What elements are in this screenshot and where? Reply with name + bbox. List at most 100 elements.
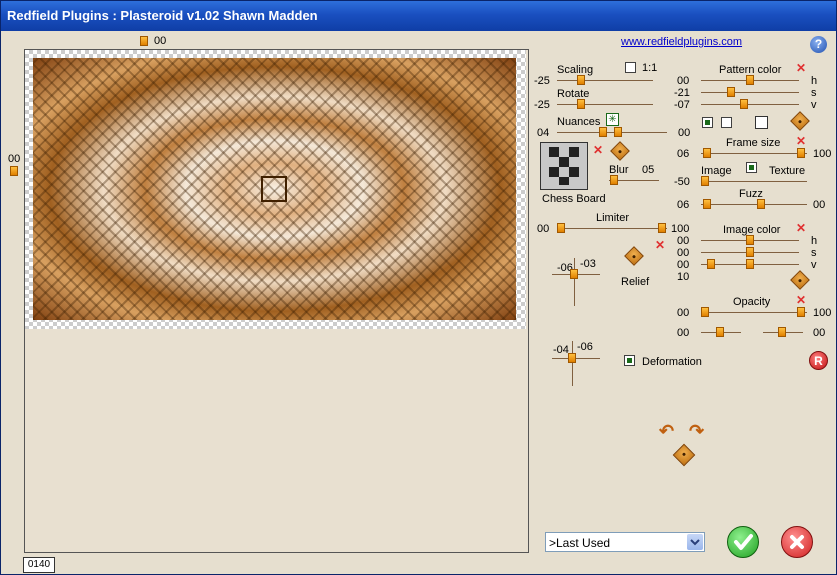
limiter-max-handle[interactable]	[658, 223, 666, 233]
deformation-checkbox[interactable]	[624, 355, 635, 366]
blur-slider-handle[interactable]	[610, 175, 618, 185]
nuances-max-value: 00	[678, 127, 691, 139]
website-link[interactable]: www.redfieldplugins.com	[621, 36, 742, 48]
undo-arrow-icon[interactable]: ↶	[659, 421, 674, 442]
redo-arrow-icon[interactable]: ↷	[689, 421, 704, 442]
fuzz-track[interactable]	[701, 204, 807, 205]
limiter-min-handle[interactable]	[557, 223, 565, 233]
preset-dropdown[interactable]: >Last Used	[545, 532, 705, 552]
fuzz-min-handle[interactable]	[703, 199, 711, 209]
window-title: Redfield Plugins : Plasteroid v1.02 Shaw…	[7, 8, 318, 23]
pattern-color-reset-x-icon[interactable]: ✕	[796, 62, 806, 74]
frame-size-reset-x-icon[interactable]: ✕	[796, 135, 806, 147]
one-to-one-checkbox[interactable]	[625, 62, 636, 73]
color-randomize-dice-icon[interactable]	[790, 111, 810, 131]
image-val-handle[interactable]	[746, 259, 754, 269]
pattern-thumbnail[interactable]	[540, 142, 588, 190]
randomize-all-dice-icon[interactable]	[672, 443, 696, 467]
nuances-min-handle[interactable]	[599, 127, 607, 137]
image-texture-track[interactable]	[701, 181, 807, 182]
opacity-max-handle[interactable]	[797, 307, 805, 317]
image-hue-letter: h	[811, 235, 818, 247]
dropdown-arrow-icon[interactable]	[687, 534, 703, 550]
chess-square	[569, 147, 579, 157]
opacity-second-right-handle[interactable]	[778, 327, 786, 337]
pattern-val-track[interactable]	[701, 104, 799, 105]
relief-reset-x-icon[interactable]: ✕	[655, 239, 665, 251]
nuances-toggle-icon[interactable]: ✳	[606, 113, 619, 126]
preview-left-offset-handle[interactable]	[10, 166, 18, 176]
opacity-reset-x-icon[interactable]: ✕	[796, 294, 806, 306]
pattern-hue-value: 00	[677, 75, 690, 87]
scaling-label: Scaling	[557, 64, 594, 76]
scaling-slider-handle[interactable]	[577, 75, 585, 85]
frame-size-min-value: 06	[677, 148, 690, 160]
preset-selected-value: >Last Used	[549, 536, 611, 550]
help-icon[interactable]: ?	[810, 36, 827, 53]
pattern-reset-x-icon[interactable]: ✕	[593, 144, 603, 156]
pattern-hue-letter: h	[811, 75, 818, 87]
texture-label: Texture	[769, 165, 806, 177]
plugin-window: Redfield Plugins : Plasteroid v1.02 Shaw…	[0, 0, 837, 575]
mode-option-2-checkbox[interactable]	[721, 117, 732, 128]
relief-2d-handle[interactable]	[570, 269, 578, 279]
pattern-sat-track[interactable]	[701, 92, 799, 93]
chess-square	[569, 167, 579, 177]
opacity-second-max-value: 00	[813, 327, 826, 339]
scaling-track[interactable]	[557, 80, 653, 81]
deformation-x-track[interactable]	[552, 358, 600, 359]
frame-size-min-handle[interactable]	[703, 148, 711, 158]
pattern-sat-handle[interactable]	[727, 87, 735, 97]
cancel-button[interactable]	[781, 526, 813, 558]
deformation-x-value: -04	[553, 344, 569, 356]
deformation-label: Deformation	[642, 356, 702, 368]
nuances-min-value: 04	[537, 127, 550, 139]
pattern-randomize-dice-icon[interactable]	[610, 141, 630, 161]
pattern-val-letter: v	[811, 99, 817, 111]
relief-label: Relief	[621, 276, 650, 288]
image-sat-letter: s	[811, 247, 817, 259]
rotate-slider-handle[interactable]	[577, 99, 585, 109]
image-color-randomize-dice-icon[interactable]	[790, 270, 810, 290]
nuances-track[interactable]	[557, 132, 667, 133]
frame-size-track[interactable]	[701, 153, 807, 154]
limiter-track[interactable]	[557, 228, 667, 229]
nuances-max-handle[interactable]	[614, 127, 622, 137]
pattern-val-handle[interactable]	[740, 99, 748, 109]
image-texture-handle[interactable]	[701, 176, 709, 186]
frame-size-max-handle[interactable]	[797, 148, 805, 158]
pattern-sat-value: -21	[674, 87, 690, 99]
zoom-indicator[interactable]: 0140	[23, 557, 55, 573]
preview-top-offset-value: 00	[154, 35, 167, 47]
preview-image[interactable]	[33, 58, 516, 320]
reset-all-icon[interactable]: R	[809, 351, 828, 370]
image-color-reset-x-icon[interactable]: ✕	[796, 222, 806, 234]
preview-left-offset-value: 00	[8, 153, 21, 165]
opacity-min-handle[interactable]	[701, 307, 709, 317]
relief-randomize-dice-icon[interactable]	[624, 246, 644, 266]
image-color-extra-value: 10	[677, 271, 690, 283]
relief-y-value: -03	[580, 258, 596, 270]
opacity-second-min-value: 00	[677, 327, 690, 339]
opacity-track[interactable]	[701, 312, 807, 313]
preview-panel[interactable]	[24, 49, 529, 553]
one-to-one-label: 1:1	[642, 62, 658, 74]
mode-option-3-icon[interactable]	[755, 116, 768, 129]
image-hue-handle[interactable]	[746, 235, 754, 245]
deformation-y-track[interactable]	[572, 341, 573, 386]
preview-top-offset-handle[interactable]	[140, 36, 148, 46]
ok-button[interactable]	[727, 526, 759, 558]
image-val-min-handle[interactable]	[707, 259, 715, 269]
deformation-2d-handle[interactable]	[568, 353, 576, 363]
opacity-label: Opacity	[733, 296, 771, 308]
image-sat-handle[interactable]	[746, 247, 754, 257]
fuzz-max-handle[interactable]	[757, 199, 765, 209]
pattern-hue-handle[interactable]	[746, 75, 754, 85]
image-texture-toggle-checkbox[interactable]	[746, 162, 757, 173]
mode-option-1-checkbox[interactable]	[702, 117, 713, 128]
limiter-max-value: 100	[671, 223, 690, 235]
pattern-sat-letter: s	[811, 87, 817, 99]
relief-y-track[interactable]	[574, 258, 575, 306]
rotate-track[interactable]	[557, 104, 653, 105]
opacity-second-left-handle[interactable]	[716, 327, 724, 337]
